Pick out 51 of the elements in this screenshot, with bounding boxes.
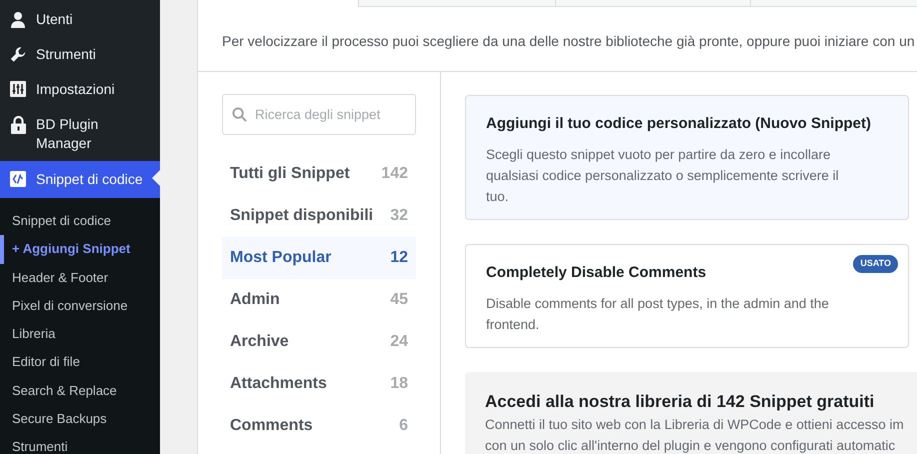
category-item[interactable]: Snippet disponibili 32 [222, 195, 416, 237]
menu-item[interactable]: Strumenti [0, 37, 160, 72]
user-icon [10, 11, 26, 29]
status-badge: USATO [853, 255, 898, 272]
menu-item[interactable]: BD Plugin Manager [0, 107, 160, 161]
menu-item[interactable]: Impostazioni [0, 72, 160, 107]
search-icon [232, 107, 247, 122]
submenu-item[interactable]: Libreria [4, 320, 56, 348]
intro-text: Per velocizzare il processo puoi scegliere da una delle nostre biblioteche già pronte, oppure puoi iniziare con un [222, 32, 916, 51]
snippet-card[interactable]: USATO Completely Disable Comments Disable comments for all post types, in the admin and the frontend. [465, 244, 909, 348]
snippet-card[interactable]: Aggiungi il tuo codice personalizzato (Nuovo Snippet) Scegli questo snippet vuoto per partire da zero e incollare qualsiasi codice personalizzato o semplicemente scrivere il tuo. [465, 95, 909, 220]
submenu-item[interactable]: + Aggiungi Snippet [4, 235, 130, 264]
active-indicator [0, 235, 4, 264]
tab[interactable] [358, 0, 556, 7]
submenu-item[interactable]: Pixel di conversione [4, 292, 128, 320]
wrench-icon [10, 46, 26, 63]
category-item[interactable]: Archive 24 [222, 321, 416, 363]
tab[interactable] [556, 0, 751, 7]
category-item[interactable]: Comments 6 [222, 405, 416, 447]
lock-icon [10, 116, 26, 134]
sliders-icon [10, 81, 26, 97]
promo-text: Connetti il tuo sito web con la Libreria di WPCode e ottieni accesso im [485, 416, 905, 434]
category-count: 18 [390, 374, 408, 394]
menu-item[interactable]: Snippet di codice [0, 161, 160, 198]
card-title: Accedi alla nostra libreria di 142 Snippet gratuiti [485, 391, 876, 413]
category-count: 6 [399, 416, 408, 436]
card-title: Aggiungi il tuo codice personalizzato (Nuovo Snippet) [486, 114, 871, 134]
category-count: 24 [390, 332, 408, 352]
category-count: 32 [390, 206, 408, 226]
card-description: Disable comments for all post types, in the admin and the frontend. [486, 295, 830, 334]
submenu-item[interactable]: Editor di file [4, 348, 80, 377]
category-item[interactable]: Tutti gli Snippet 142 [222, 153, 416, 195]
submenu-item[interactable]: Snippet di codice [4, 207, 112, 236]
submenu-item[interactable]: Strumenti [4, 433, 68, 454]
promo-text: con un solo clic all'interno del plugin e vengono configurati automatic [485, 437, 896, 454]
code-icon [10, 171, 26, 187]
menu-item[interactable]: Utenti [0, 2, 160, 37]
tab[interactable] [751, 0, 917, 7]
category-item[interactable]: Admin 45 [222, 279, 416, 321]
submenu-item[interactable]: Search & Replace [4, 376, 117, 406]
category-item[interactable]: Most Popular 12 [222, 237, 416, 279]
card-description: Scegli questo snippet vuoto per partire da zero e incollare qualsiasi codice personalizzato o semplicemente scrivere il tuo. [486, 146, 840, 206]
search-field[interactable]: Ricerca degli snippet [222, 94, 416, 135]
current-pointer-icon [152, 170, 160, 186]
category-item[interactable]: Attachments 18 [222, 363, 416, 405]
category-count: 45 [390, 290, 408, 310]
submenu-item[interactable]: Header & Footer [4, 264, 108, 292]
category-count: 142 [381, 164, 408, 184]
category-count: 12 [390, 248, 408, 268]
card-title: Completely Disable Comments [486, 263, 706, 283]
submenu-item[interactable]: Secure Backups [4, 405, 107, 434]
